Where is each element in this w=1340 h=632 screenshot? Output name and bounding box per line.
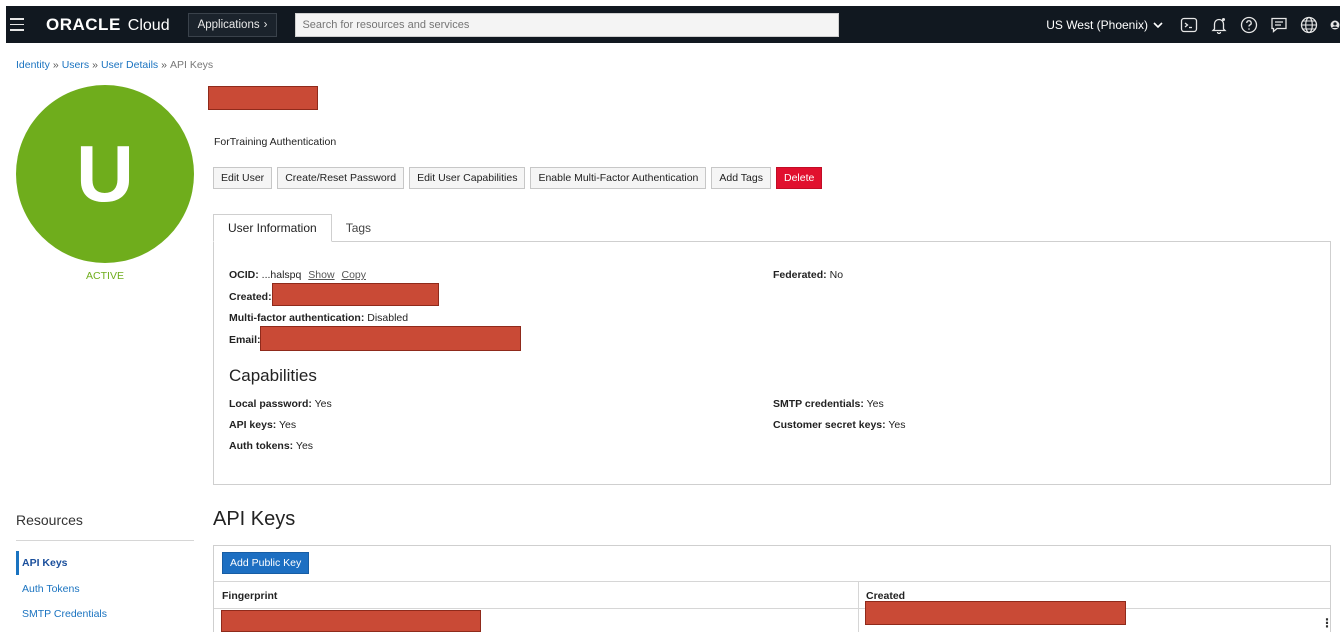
redacted-email [260,326,521,351]
federated-value: No [829,269,844,281]
local-password-field: Local password: Yes [229,398,332,410]
resource-item-smtp-credentials[interactable]: SMTP Credentials [16,602,194,626]
brand-name: ORACLE [46,14,121,34]
user-description: ForTraining Authentication [214,136,337,148]
delete-button[interactable]: Delete [775,167,823,189]
edit-user-button[interactable]: Edit User [213,167,273,189]
tab-tags[interactable]: Tags [332,214,385,242]
ocid-show-link[interactable]: Show [308,269,334,281]
breadcrumb-identity[interactable]: Identity [16,59,50,71]
smtp-capability-field: SMTP credentials: Yes [773,398,884,410]
redacted-fingerprint [221,610,481,632]
email-label: Email: [229,334,261,346]
api-keys-capability-field: API keys: Yes [229,419,297,431]
reset-password-button[interactable]: Create/Reset Password [277,167,405,189]
created-label: Created: [229,291,272,303]
bell-icon[interactable] [1210,16,1228,34]
mfa-field: Multi-factor authentication: Disabled [229,312,408,324]
created-field: Created: [229,291,272,303]
redacted-username [208,86,318,110]
ocid-field: OCID: ...halspq Show Copy [229,269,366,281]
customer-secret-capability-field: Customer secret keys: Yes [773,419,906,431]
chevron-down-icon [1153,21,1163,28]
region-label: US West (Phoenix) [1046,17,1148,32]
applications-button[interactable]: Applications › [187,12,278,37]
email-field: Email: [229,334,261,346]
resources-heading: Resources [16,512,83,528]
oracle-cloud-logo[interactable]: ORACLE Cloud [46,15,170,35]
chat-icon[interactable] [1270,16,1288,34]
api-keys-heading: API Keys [213,508,296,530]
redacted-created-date [272,283,439,306]
globe-icon[interactable] [1300,16,1318,34]
redacted-created-timestamp [865,601,1126,625]
column-divider [858,581,859,632]
breadcrumb: Identity» Users» User Details» API Keys [16,59,214,71]
row-actions-kebab-icon[interactable]: ⋮ [1321,616,1333,630]
tab-user-information[interactable]: User Information [213,214,332,242]
edit-capabilities-button[interactable]: Edit User Capabilities [409,167,526,189]
breadcrumb-current: API Keys [170,59,214,71]
capabilities-heading: Capabilities [229,366,317,385]
ocid-value: ...halspq [261,269,302,281]
chevron-right-icon: › [263,18,268,31]
detail-tabs: User Information Tags [213,214,385,242]
user-avatar: U [16,85,194,263]
resource-item-auth-tokens[interactable]: Auth Tokens [16,577,194,601]
help-icon[interactable] [1240,16,1258,34]
user-action-bar: Edit User Create/Reset Password Edit Use… [213,167,823,189]
federated-label: Federated: [773,269,827,281]
federated-field: Federated: No [773,269,843,281]
user-information-panel [213,241,1331,485]
user-profile-icon[interactable] [1330,16,1340,34]
resources-divider [16,540,194,541]
search-input[interactable] [295,12,840,37]
menu-icon[interactable] [10,6,32,43]
add-tags-button[interactable]: Add Tags [711,167,771,189]
ocid-label: OCID: [229,269,259,281]
add-public-key-button[interactable]: Add Public Key [222,552,310,574]
breadcrumb-users[interactable]: Users [62,59,89,71]
top-navigation-bar: ORACLE Cloud Applications › US West (Pho… [6,6,1340,43]
region-selector[interactable]: US West (Phoenix) [1046,18,1164,32]
applications-label: Applications [197,18,260,31]
ocid-copy-link[interactable]: Copy [341,269,366,281]
mfa-label: Multi-factor authentication: [229,312,365,324]
cloud-shell-icon[interactable] [1180,16,1198,34]
mfa-value: Disabled [367,312,409,324]
user-status-label: ACTIVE [86,270,124,282]
product-name: Cloud [127,16,170,34]
resource-item-api-keys[interactable]: API Keys [16,551,194,575]
enable-mfa-button[interactable]: Enable Multi-Factor Authentication [530,167,707,189]
api-keys-table-header: Fingerprint Created [214,581,1330,609]
column-header-fingerprint[interactable]: Fingerprint [222,590,277,602]
auth-tokens-capability-field: Auth tokens: Yes [229,440,314,452]
breadcrumb-user-details[interactable]: User Details [101,59,158,71]
